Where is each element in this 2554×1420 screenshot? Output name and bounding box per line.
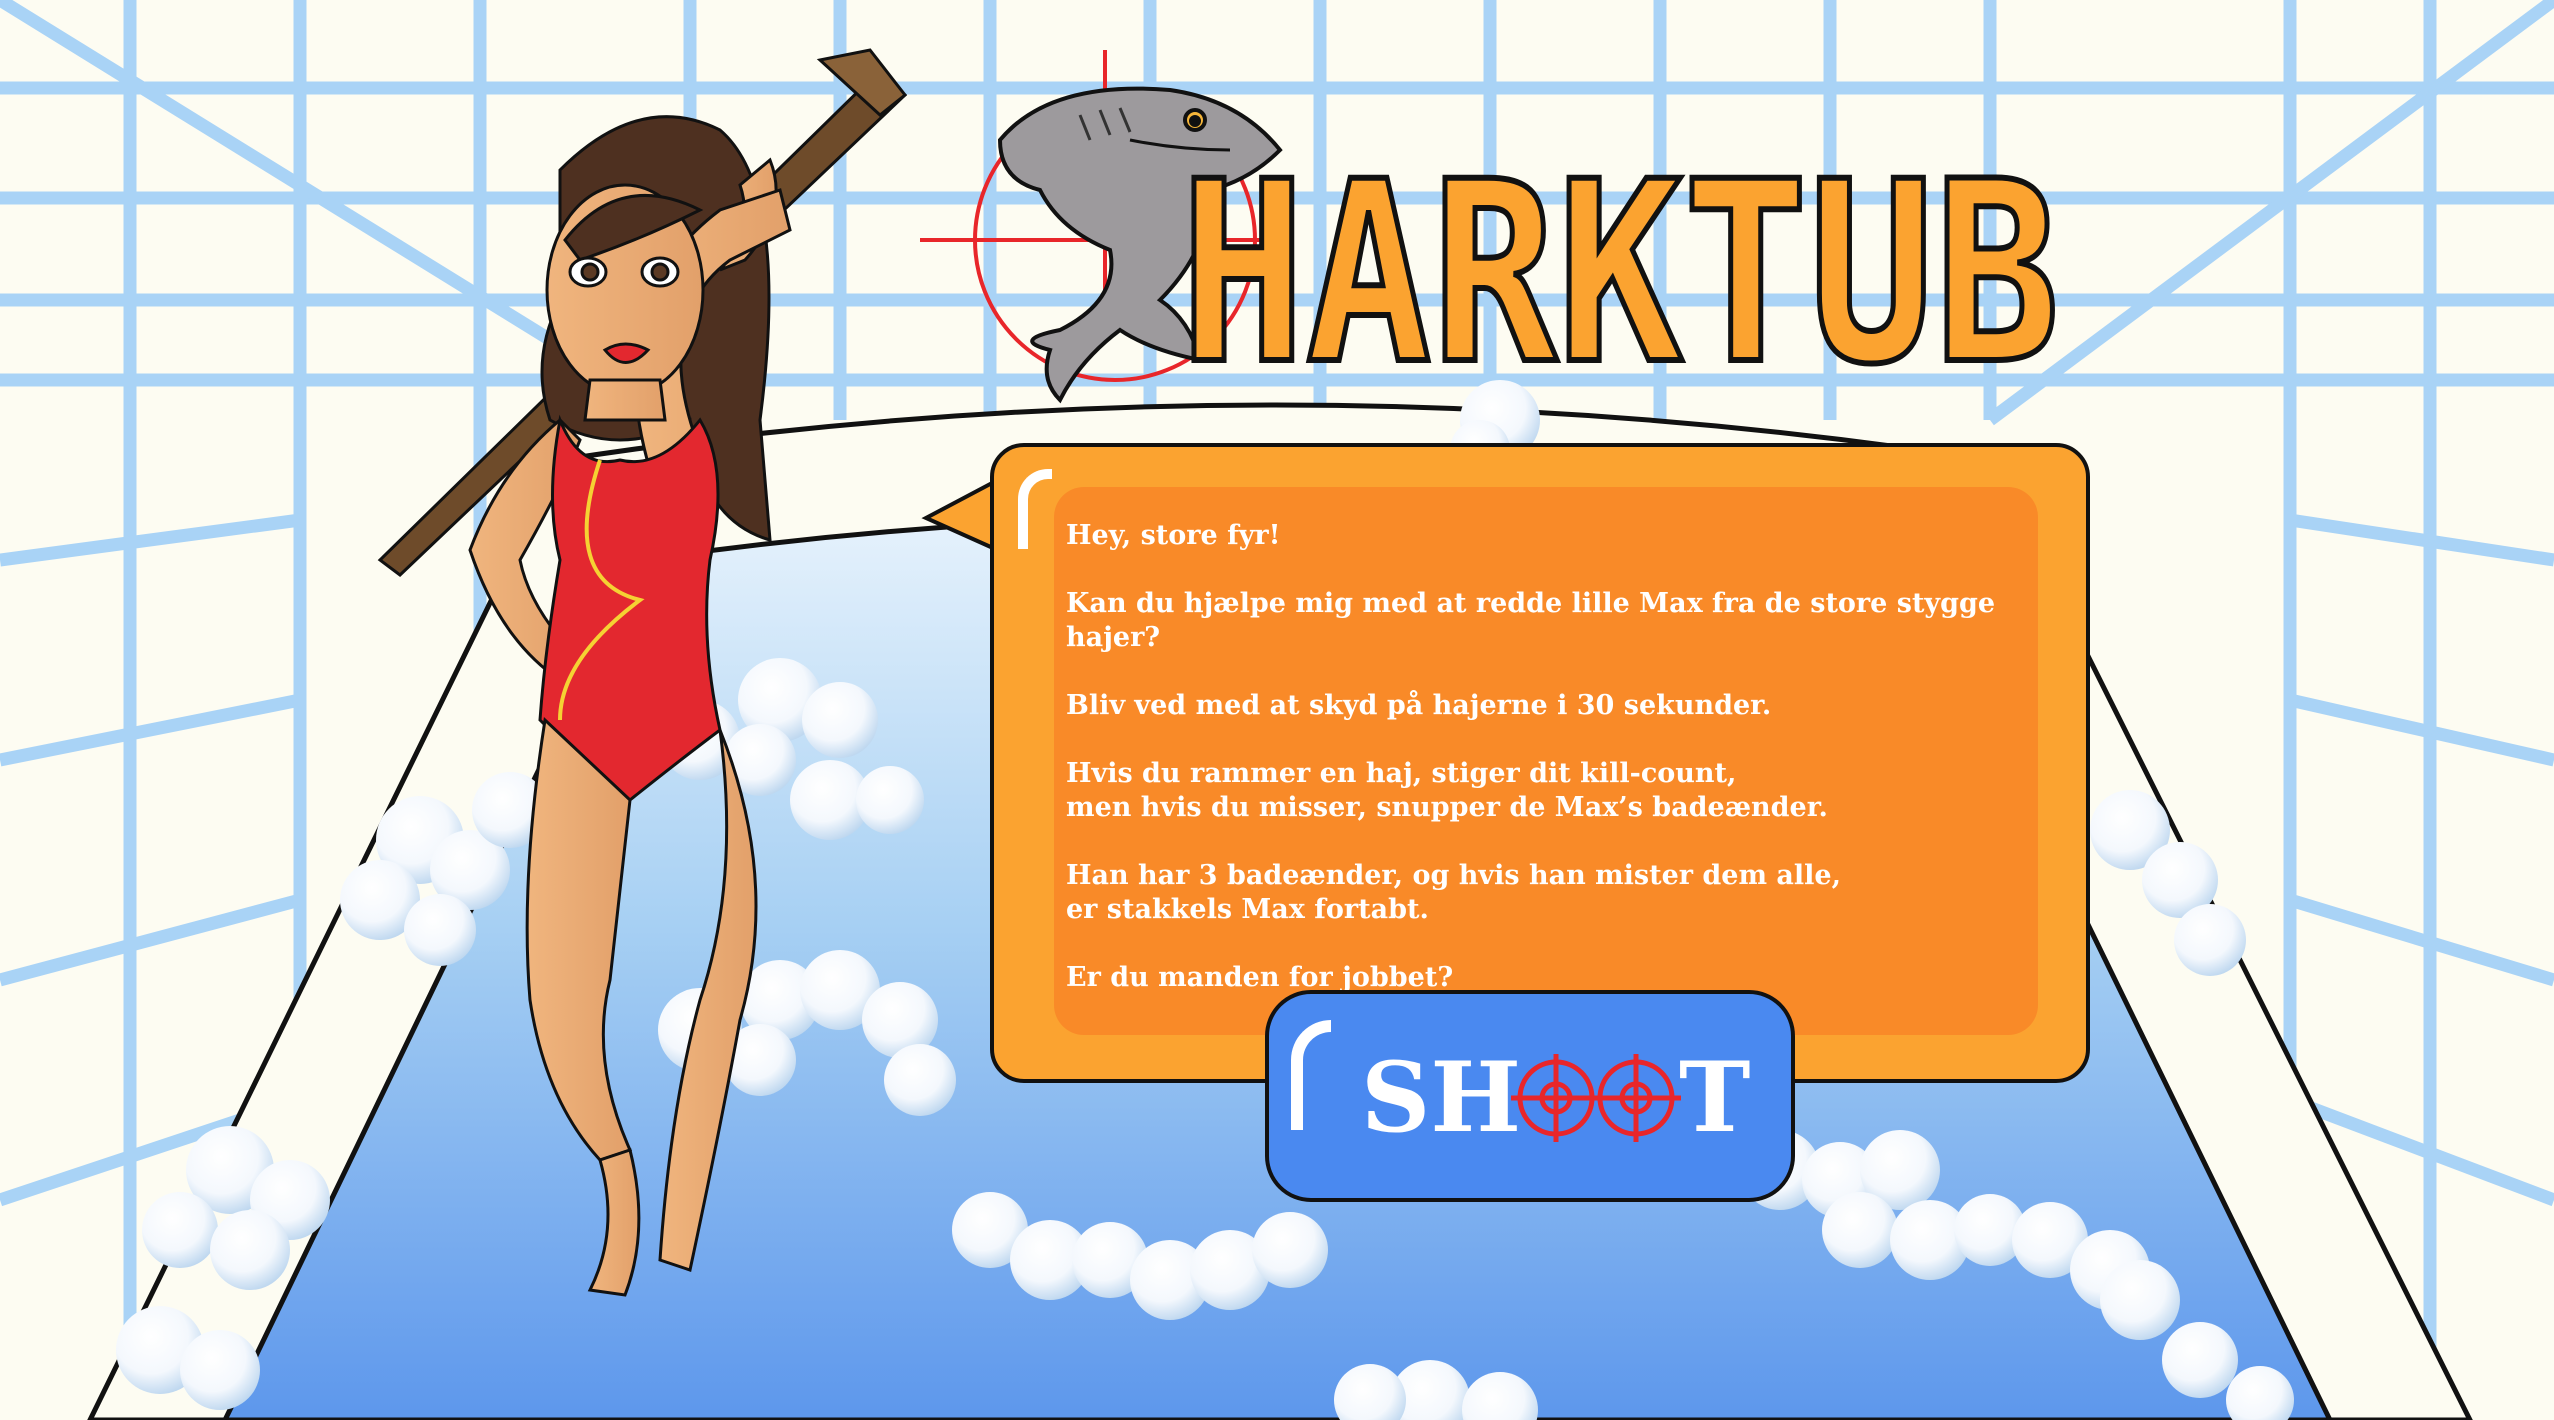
dialog-highlight [1018,469,1052,549]
game-title: HARKTUB [1177,125,2063,422]
dialog-line: Han har 3 badeænder, og hvis han mister … [1066,860,1842,925]
dialog-line: Kan du hjælpe mig med at redde lille Max… [1066,588,1996,653]
shoot-button-label: SH T [1361,1041,1750,1154]
shoot-button[interactable]: SH T [1265,990,1795,1202]
dialog-box: Hey, store fyr! Kan du hjælpe mig med at… [990,443,2090,1083]
shoot-button-highlight [1291,1020,1331,1130]
shoot-label-end: T [1679,1041,1750,1154]
crosshair-o-icon [1591,1054,1681,1142]
dialog-text: Hey, store fyr! Kan du hjælpe mig med at… [1066,519,2046,1029]
game-title-text: HARKTUB [1180,128,2060,419]
dialog-line: Hvis du rammer en haj, stiger dit kill-c… [1066,758,1828,823]
dialog-line: Bliv ved med at skyd på hajerne i 30 sek… [1066,690,1772,721]
crosshair-o-icon [1511,1054,1601,1142]
shoot-label-start: SH [1361,1041,1521,1154]
dialog-line: Hey, store fyr! [1066,520,1281,551]
